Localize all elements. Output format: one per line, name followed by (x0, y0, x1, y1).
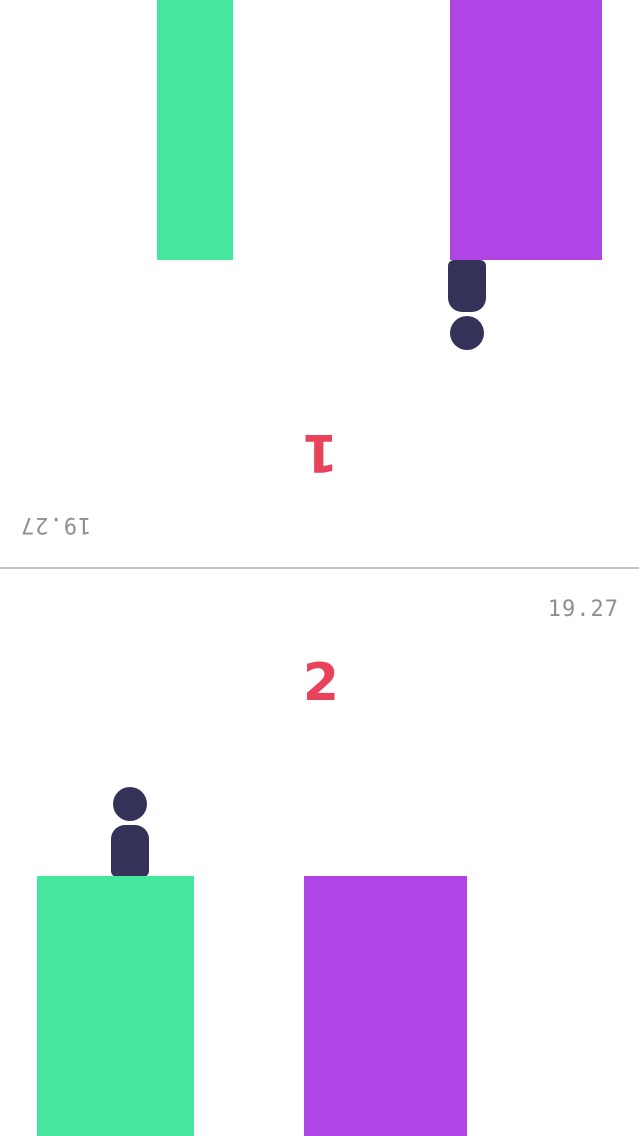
bottom-player-character-icon (111, 787, 149, 877)
bottom-player-body (111, 825, 149, 877)
bottom-green-pillar[interactable] (37, 876, 194, 1136)
top-player-timer: 19.27 (20, 512, 92, 537)
top-player-body (448, 260, 486, 312)
top-player-area[interactable]: 1 19.27 (0, 0, 639, 567)
bottom-player-head (113, 787, 147, 821)
top-player-score: 1 (301, 422, 339, 482)
top-player-character-icon (448, 260, 486, 350)
game-stage[interactable]: 1 19.27 19.27 2 (0, 0, 639, 1136)
top-player-head (450, 316, 484, 350)
bottom-player-score: 2 (302, 653, 340, 713)
top-green-pillar[interactable] (157, 0, 233, 260)
bottom-player-timer: 19.27 (547, 597, 619, 622)
bottom-purple-pillar[interactable] (304, 876, 467, 1136)
bottom-player-area[interactable]: 19.27 2 (0, 569, 639, 1136)
top-purple-pillar[interactable] (450, 0, 602, 260)
